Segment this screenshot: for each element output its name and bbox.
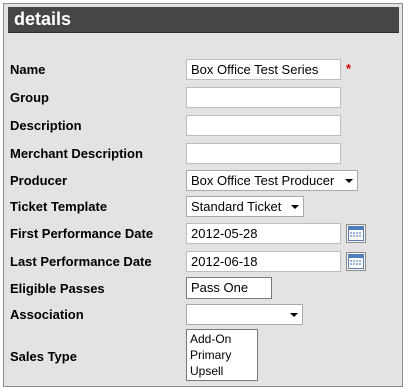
last-performance-date-label: Last Performance Date (10, 254, 152, 269)
merchant-description-label: Merchant Description (10, 146, 143, 161)
required-marker: * (346, 61, 352, 76)
section-header: details (8, 7, 399, 33)
first-performance-date-input[interactable]: 2012-05-28 (186, 223, 341, 244)
chevron-down-icon (345, 179, 353, 183)
ticket-template-label: Ticket Template (10, 199, 108, 214)
sales-type-option-upsell[interactable]: Upsell (190, 363, 257, 379)
producer-label: Producer (10, 173, 68, 188)
group-input[interactable] (186, 87, 341, 108)
sales-type-option-add-on[interactable]: Add-On (190, 331, 257, 347)
first-performance-date-label: First Performance Date (10, 226, 154, 241)
section-title: details (14, 9, 72, 29)
description-label: Description (10, 118, 82, 133)
sales-type-listbox[interactable]: Add-On Primary Upsell (186, 329, 258, 381)
name-input[interactable]: Box Office Test Series (186, 59, 341, 80)
sales-type-label: Sales Type (10, 349, 77, 364)
calendar-icon[interactable] (346, 224, 366, 243)
chevron-down-icon (291, 205, 299, 209)
association-select[interactable] (186, 304, 303, 325)
last-performance-date-input[interactable]: 2012-06-18 (186, 251, 341, 272)
producer-select[interactable]: Box Office Test Producer (186, 170, 358, 191)
producer-selected-value: Box Office Test Producer (191, 173, 335, 188)
chevron-down-icon (290, 313, 298, 317)
eligible-passes-label: Eligible Passes (10, 281, 105, 296)
sales-type-option-primary[interactable]: Primary (190, 347, 257, 363)
description-input[interactable] (186, 115, 341, 136)
eligible-passes-input[interactable]: Pass One (186, 277, 272, 299)
ticket-template-select[interactable]: Standard Ticket (186, 196, 304, 217)
group-label: Group (10, 90, 49, 105)
ticket-template-selected-value: Standard Ticket (191, 199, 282, 214)
calendar-icon[interactable] (346, 252, 366, 271)
association-label: Association (10, 307, 84, 322)
name-label: Name (10, 62, 46, 77)
merchant-description-input[interactable] (186, 143, 341, 164)
